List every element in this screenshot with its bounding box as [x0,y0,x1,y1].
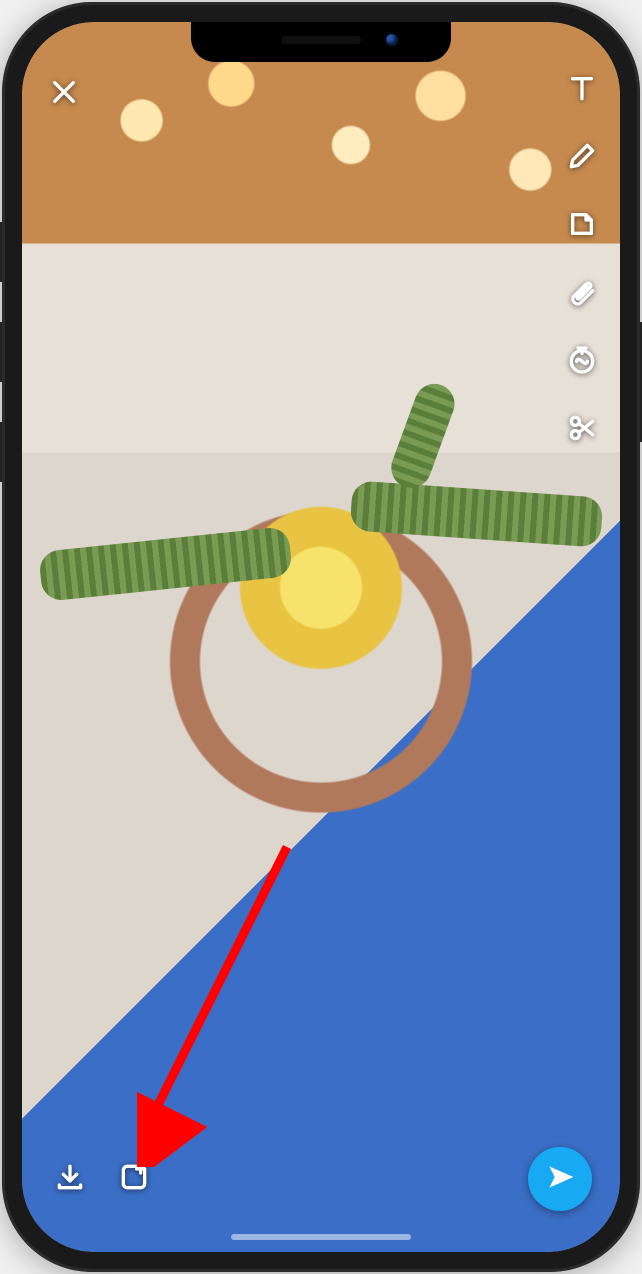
add-to-story-icon [118,1161,150,1198]
right-toolbar [562,70,602,450]
attachment-tool-icon [566,276,598,313]
snap-preview-overlay [22,22,620,1252]
front-camera [386,34,398,46]
scissors-tool-icon [566,412,598,449]
close-icon [48,76,80,113]
draw-tool-button[interactable] [562,138,602,178]
send-button[interactable] [528,1147,592,1211]
draw-tool-icon [566,140,598,177]
sticker-tool-button[interactable] [562,206,602,246]
speaker-slot [281,36,361,44]
screen [22,22,620,1252]
attachment-tool-button[interactable] [562,274,602,314]
text-tool-button[interactable] [562,70,602,110]
screen-bezel [22,22,620,1252]
text-tool-icon [566,72,598,109]
home-indicator[interactable] [231,1234,411,1240]
save-icon [54,1161,86,1198]
timer-tool-button[interactable] [562,342,602,382]
send-icon [544,1161,576,1198]
iphone-device-frame [2,2,640,1272]
add-to-story-button[interactable] [114,1159,154,1199]
timer-tool-icon [566,344,598,381]
close-button[interactable] [44,74,84,114]
sticker-tool-icon [566,208,598,245]
scissors-tool-button[interactable] [562,410,602,450]
bottom-toolbar [22,1144,620,1214]
save-button[interactable] [50,1159,90,1199]
